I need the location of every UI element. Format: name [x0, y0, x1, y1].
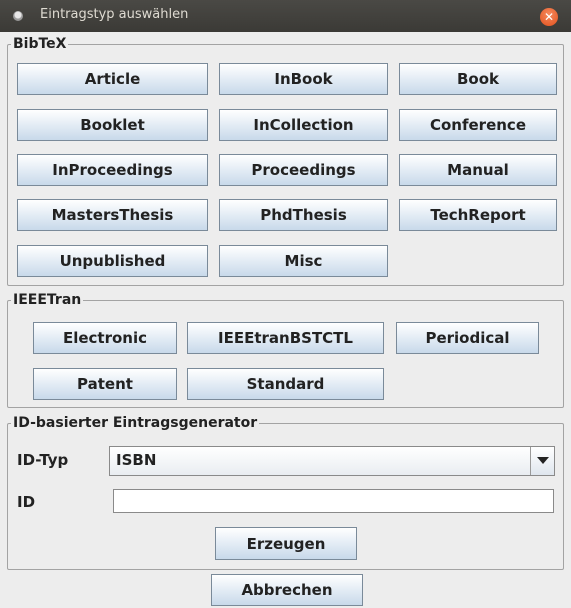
- proceedings-button[interactable]: Proceedings: [219, 154, 388, 186]
- generate-button[interactable]: Erzeugen: [215, 527, 357, 560]
- inbook-button[interactable]: InBook: [219, 63, 388, 95]
- electronic-button[interactable]: Electronic: [33, 322, 177, 354]
- bibtex-legend: BibTeX: [11, 36, 69, 52]
- ieeetran-legend: IEEETran: [11, 292, 84, 308]
- title-bar: Eintragstyp auswählen ✕: [0, 0, 571, 32]
- book-button[interactable]: Book: [399, 63, 557, 95]
- window-menu-icon[interactable]: [13, 11, 23, 21]
- inproceedings-button[interactable]: InProceedings: [17, 154, 208, 186]
- incollection-button[interactable]: InCollection: [219, 109, 388, 141]
- mastersthesis-button[interactable]: MastersThesis: [17, 199, 208, 231]
- id-input[interactable]: [113, 489, 554, 513]
- standard-button[interactable]: Standard: [187, 368, 384, 400]
- ieeetranbstctl-button[interactable]: IEEEtranBSTCTL: [187, 322, 384, 354]
- booklet-button[interactable]: Booklet: [17, 109, 208, 141]
- phdthesis-button[interactable]: PhdThesis: [219, 199, 388, 231]
- manual-button[interactable]: Manual: [399, 154, 557, 186]
- periodical-button[interactable]: Periodical: [396, 322, 539, 354]
- cancel-button[interactable]: Abbrechen: [211, 574, 363, 606]
- patent-button[interactable]: Patent: [33, 368, 177, 400]
- conference-button[interactable]: Conference: [399, 109, 557, 141]
- id-generator-legend: ID-basierter Eintragsgenerator: [11, 415, 260, 431]
- dialog-window: Eintragstyp auswählen ✕ BibTeX Article I…: [0, 0, 571, 608]
- unpublished-button[interactable]: Unpublished: [17, 245, 208, 277]
- article-button[interactable]: Article: [17, 63, 208, 95]
- window-title: Eintragstyp auswählen: [40, 7, 189, 22]
- misc-button[interactable]: Misc: [219, 245, 388, 277]
- id-type-label: ID-Typ: [17, 451, 69, 469]
- id-type-select[interactable]: ISBN: [109, 446, 555, 476]
- chevron-down-icon[interactable]: [530, 447, 554, 475]
- techreport-button[interactable]: TechReport: [399, 199, 557, 231]
- id-label: ID: [17, 493, 36, 511]
- close-icon[interactable]: ✕: [540, 8, 558, 26]
- id-type-value: ISBN: [116, 451, 157, 469]
